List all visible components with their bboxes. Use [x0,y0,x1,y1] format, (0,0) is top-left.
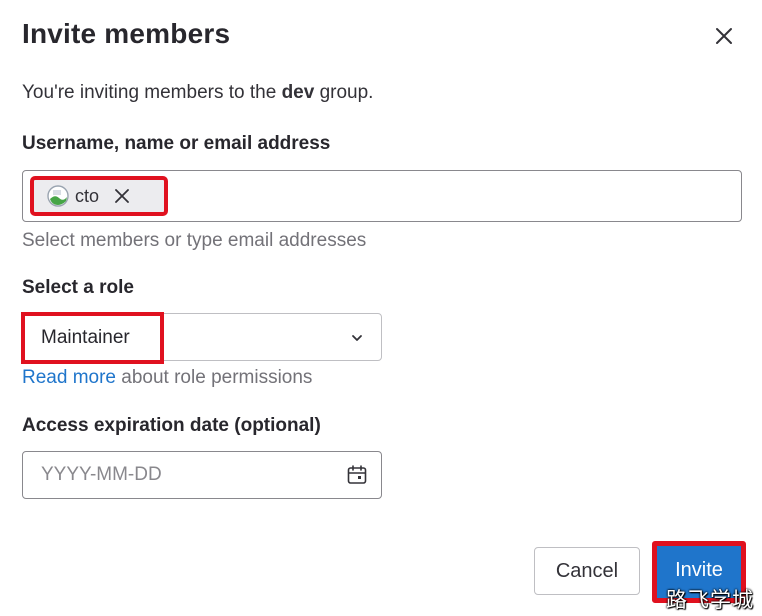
calendar-icon[interactable] [346,464,368,486]
members-token-input[interactable]: cto [22,170,742,222]
close-icon [115,189,129,203]
members-label: Username, name or email address [22,133,331,154]
modal-title: Invite members [22,18,231,49]
expiration-date-input[interactable] [23,452,323,498]
intro-prefix: You're inviting members to the [22,82,282,103]
role-select[interactable]: Maintainer [21,312,382,364]
member-token-label: cto [75,185,100,206]
role-permissions-suffix: about role permissions [116,367,313,388]
cancel-button[interactable]: Cancel [534,547,640,595]
role-label: Select a role [22,277,134,298]
close-icon [716,28,732,44]
chevron-down-icon [352,335,362,341]
invite-members-modal: Invite members You're inviting members t… [0,0,762,616]
intro-suffix: group. [314,82,374,103]
role-selected-value: Maintainer [21,312,164,364]
close-button[interactable] [708,20,740,52]
role-permissions-text: Read more about role permissions [22,367,312,389]
expiration-date-field[interactable] [22,451,382,499]
members-help-text: Select members or type email addresses [22,230,367,251]
expiration-label: Access expiration date (optional) [22,415,321,436]
remove-token-button[interactable] [111,185,133,207]
group-name: dev [281,82,315,103]
watermark: 路飞学城 [666,588,754,612]
member-token[interactable]: cto [30,176,168,216]
intro-text: You're inviting members to the dev group… [22,82,373,104]
avatar-icon [47,185,69,207]
read-more-link[interactable]: Read more [22,367,116,388]
